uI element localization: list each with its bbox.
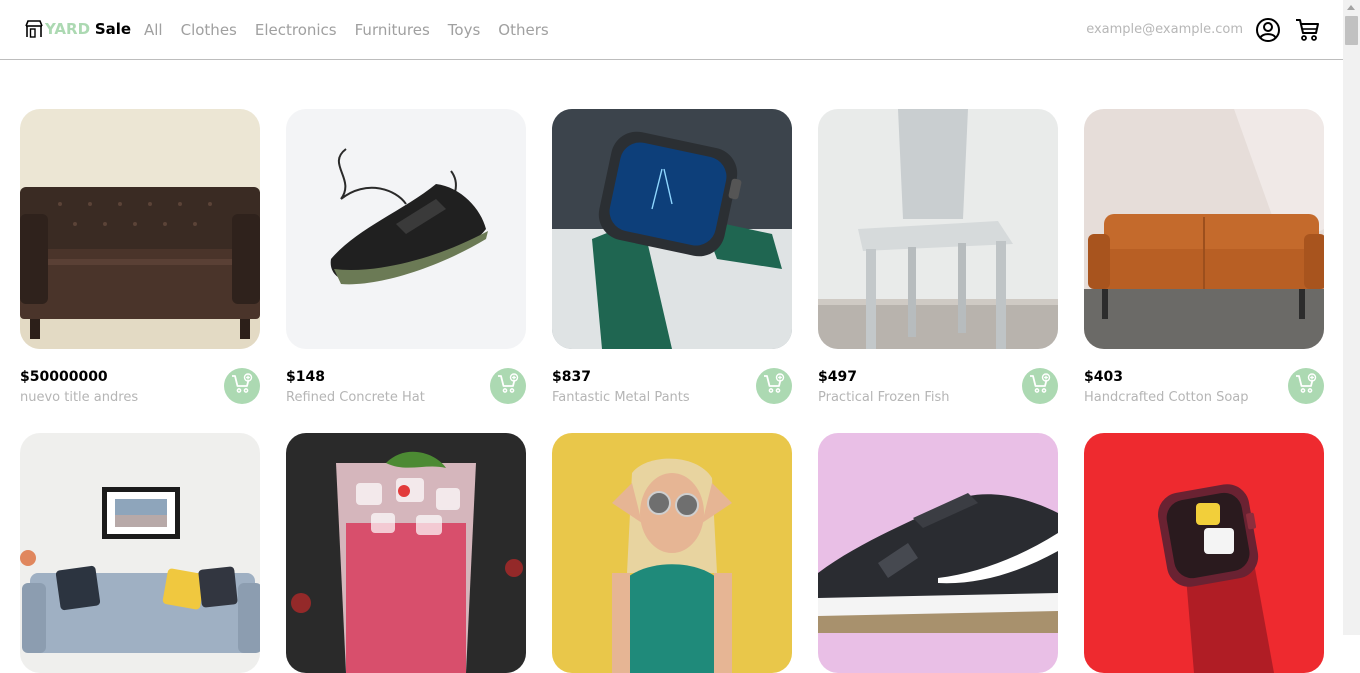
product-image-woman-sunglasses[interactable]: [552, 433, 792, 673]
user-circle-icon[interactable]: [1255, 17, 1281, 43]
product-image-white-chair[interactable]: [818, 109, 1058, 349]
product-image-red-smartwatch[interactable]: [1084, 433, 1324, 673]
cart-plus-icon: [231, 373, 253, 399]
cart-plus-icon: [763, 373, 785, 399]
storefront-icon: [24, 19, 44, 39]
product-info: $497 Practical Frozen Fish: [818, 349, 1058, 409]
product-card[interactable]: $148 Refined Concrete Hat: [286, 109, 526, 409]
product-info: $837 Fantastic Metal Pants: [552, 349, 792, 409]
product-price: $497: [818, 369, 857, 385]
product-price: $837: [552, 369, 591, 385]
product-card[interactable]: [818, 433, 1058, 673]
product-card[interactable]: [1084, 433, 1324, 673]
product-image-leather-sofa[interactable]: [20, 109, 260, 349]
product-image-sneaker[interactable]: [286, 109, 526, 349]
logo-brand-yard: YARD: [45, 20, 91, 38]
product-price: $148: [286, 369, 325, 385]
product-info: $50000000 nuevo title andres: [20, 349, 260, 409]
product-title[interactable]: nuevo title andres: [20, 390, 138, 406]
product-card[interactable]: [552, 433, 792, 673]
product-info: $148 Refined Concrete Hat: [286, 349, 526, 409]
product-image-cocktail[interactable]: [286, 433, 526, 673]
product-card[interactable]: $403 Handcrafted Cotton Soap: [1084, 109, 1324, 409]
product-title[interactable]: Practical Frozen Fish: [818, 390, 950, 406]
nav-item-electronics[interactable]: Electronics: [255, 19, 337, 41]
cart-plus-icon: [497, 373, 519, 399]
product-title[interactable]: Refined Concrete Hat: [286, 390, 425, 406]
product-card[interactable]: [286, 433, 526, 673]
scroll-thumb[interactable]: [1345, 16, 1358, 45]
product-image-orange-sofa[interactable]: [1084, 109, 1324, 349]
nav-user-area: example@example.com: [1086, 15, 1321, 45]
cart-plus-icon: [1029, 373, 1051, 399]
shopping-cart-icon[interactable]: [1295, 17, 1321, 43]
product-card[interactable]: [20, 433, 260, 673]
cart-plus-icon: [1295, 373, 1317, 399]
category-nav: All Clothes Electronics Furnitures Toys …: [144, 19, 567, 41]
product-image-living-room[interactable]: [20, 433, 260, 673]
logo-brand-sale: Sale: [94, 20, 132, 38]
scroll-up-arrow-icon[interactable]: [1347, 5, 1355, 10]
nav-item-others[interactable]: Others: [498, 19, 548, 41]
product-card[interactable]: $50000000 nuevo title andres: [20, 109, 260, 409]
nav-item-furnitures[interactable]: Furnitures: [355, 19, 430, 41]
user-email[interactable]: example@example.com: [1086, 15, 1243, 45]
logo-text: YARD Sale: [45, 18, 131, 40]
product-card[interactable]: $497 Practical Frozen Fish: [818, 109, 1058, 409]
nav-item-all[interactable]: All: [144, 19, 163, 41]
page-scrollbar[interactable]: [1343, 0, 1360, 635]
product-title[interactable]: Handcrafted Cotton Soap: [1084, 390, 1249, 406]
nav-item-clothes[interactable]: Clothes: [181, 19, 237, 41]
logo[interactable]: YARD Sale: [24, 18, 131, 40]
product-price: $403: [1084, 369, 1123, 385]
product-card[interactable]: $837 Fantastic Metal Pants: [552, 109, 792, 409]
nav-item-toys[interactable]: Toys: [448, 19, 480, 41]
product-image-nike-sneaker[interactable]: [818, 433, 1058, 673]
navbar: YARD Sale All Clothes Electronics Furnit…: [0, 0, 1343, 60]
add-to-cart-button[interactable]: [490, 368, 526, 404]
product-price: $50000000: [20, 369, 108, 385]
product-info: $403 Handcrafted Cotton Soap: [1084, 349, 1324, 409]
product-title[interactable]: Fantastic Metal Pants: [552, 390, 690, 406]
product-image-smartwatch-green[interactable]: [552, 109, 792, 349]
add-to-cart-button[interactable]: [756, 368, 792, 404]
add-to-cart-button[interactable]: [1022, 368, 1058, 404]
add-to-cart-button[interactable]: [224, 368, 260, 404]
add-to-cart-button[interactable]: [1288, 368, 1324, 404]
